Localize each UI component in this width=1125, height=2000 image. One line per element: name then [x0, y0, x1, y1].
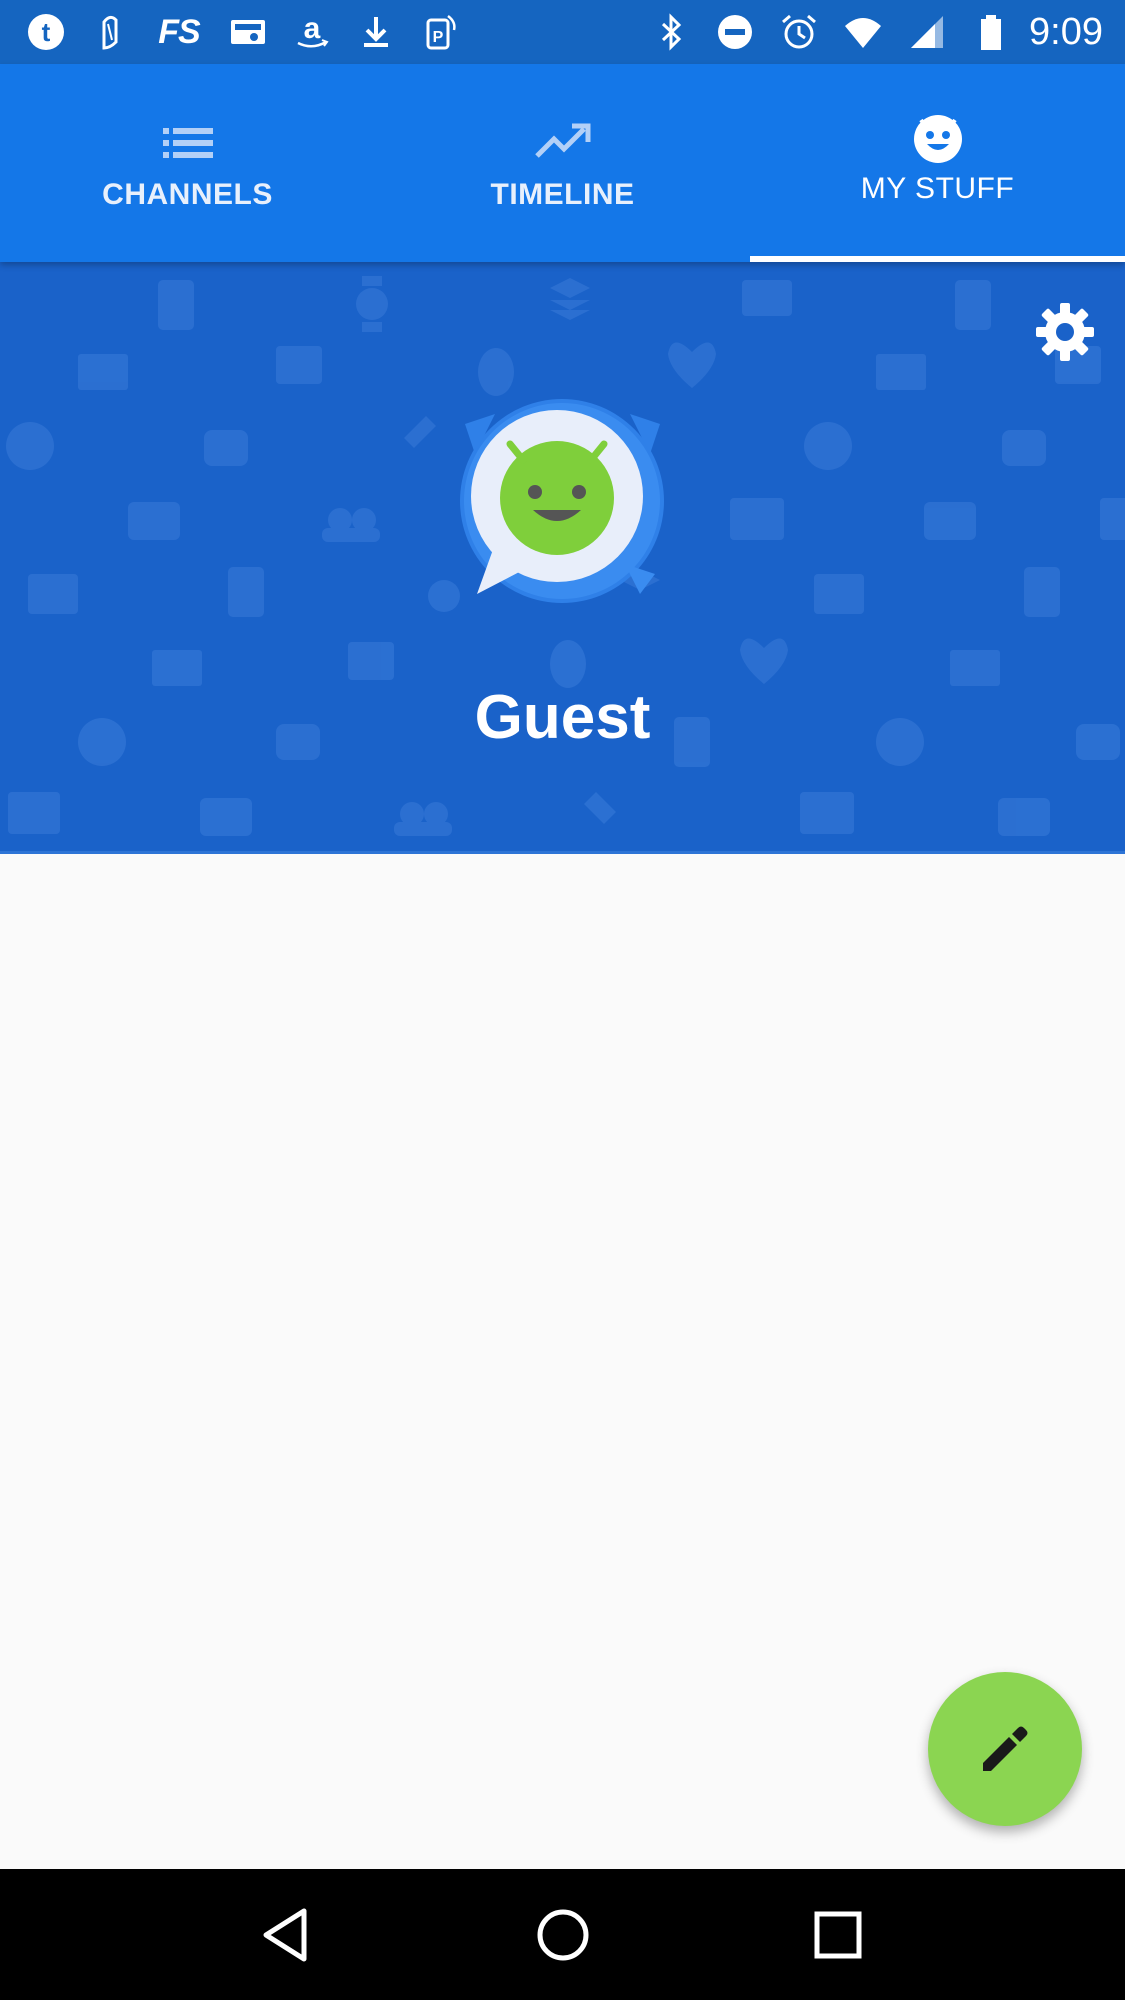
svg-text:a: a: [304, 12, 321, 45]
amazon-icon: a: [290, 10, 334, 54]
parking-icon: P: [418, 10, 462, 54]
fs-icon: FS: [158, 12, 200, 51]
tab-channels[interactable]: CHANNELS: [0, 64, 375, 262]
home-icon: [537, 1909, 588, 1960]
trending-up-icon: [534, 114, 592, 172]
system-icons: 9:09: [629, 10, 1103, 54]
status-bar: t FS a P 9:09: [0, 0, 1125, 64]
alarm-icon: [777, 10, 821, 54]
gear-icon: [1036, 303, 1094, 361]
pencil-icon: [983, 1726, 1028, 1771]
tab-timeline-label: TIMELINE: [490, 178, 635, 211]
home-button[interactable]: [518, 1890, 608, 1980]
quill-icon: [88, 10, 132, 54]
download-icon: [354, 10, 398, 54]
smiley-robot-icon: [909, 108, 967, 166]
tab-my-stuff-label: MY STUFF: [860, 172, 1015, 205]
back-icon: [263, 1908, 306, 1961]
tab-bar: CHANNELS TIMELINE MY STUFF: [0, 64, 1125, 262]
recents-icon: [814, 1911, 861, 1958]
clock: 9:09: [1029, 10, 1103, 53]
navigation-bar: [0, 1869, 1125, 2000]
profile-header: Guest: [0, 262, 1125, 854]
notification-icons: t FS a P: [24, 10, 482, 54]
tab-timeline[interactable]: TIMELINE: [375, 64, 750, 262]
robot-chat-avatar-icon: [460, 399, 664, 603]
settings-button[interactable]: [1025, 292, 1105, 372]
tumblr-icon: t: [24, 10, 68, 54]
list-icon: [159, 114, 217, 172]
photos-icon: [226, 10, 270, 54]
wifi-icon: [841, 10, 885, 54]
compose-button[interactable]: [928, 1672, 1082, 1826]
profile-avatar[interactable]: [455, 394, 670, 609]
svg-text:t: t: [42, 17, 51, 47]
battery-icon: [969, 10, 1013, 54]
user-name: Guest: [474, 683, 651, 752]
tab-channels-label: CHANNELS: [102, 178, 273, 211]
tab-my-stuff[interactable]: MY STUFF: [750, 64, 1125, 262]
do-not-disturb-icon: [713, 10, 757, 54]
cell-signal-icon: [905, 10, 949, 54]
svg-text:P: P: [433, 29, 444, 46]
back-button[interactable]: [243, 1890, 333, 1980]
recents-button[interactable]: [793, 1890, 883, 1980]
bluetooth-icon: [649, 10, 693, 54]
